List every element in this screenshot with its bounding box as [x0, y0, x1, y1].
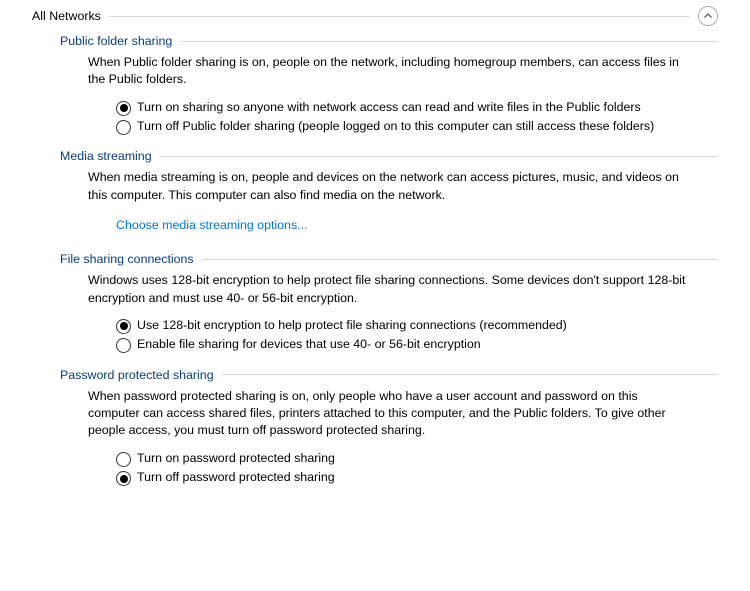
radio-group-file-sharing: Use 128-bit encryption to help protect f… — [116, 317, 714, 354]
section-file-sharing-connections: File sharing connections Windows uses 12… — [60, 252, 718, 353]
radio-option-pps-on[interactable]: Turn on password protected sharing — [116, 450, 714, 467]
section-description: Windows uses 128-bit encryption to help … — [88, 272, 688, 307]
section-media-streaming: Media streaming When media streaming is … — [60, 149, 718, 238]
radio-group-password-sharing: Turn on password protected sharing Turn … — [116, 450, 714, 487]
radio-option-pfs-on[interactable]: Turn on sharing so anyone with network a… — [116, 99, 714, 116]
radio-group-public-folder-sharing: Turn on sharing so anyone with network a… — [116, 99, 714, 136]
section-title: File sharing connections — [60, 252, 194, 266]
section-description: When Public folder sharing is on, people… — [88, 54, 688, 89]
section-title: Public folder sharing — [60, 34, 172, 48]
section-password-protected-sharing: Password protected sharing When password… — [60, 368, 718, 487]
divider — [202, 259, 718, 260]
radio-icon — [116, 101, 131, 116]
divider — [180, 41, 718, 42]
group-header-all-networks[interactable]: All Networks — [32, 6, 718, 26]
radio-label: Turn on password protected sharing — [137, 450, 335, 467]
radio-icon — [116, 120, 131, 135]
section-description: When media streaming is on, people and d… — [88, 169, 688, 204]
section-header: Public folder sharing — [60, 34, 718, 48]
radio-label: Turn off password protected sharing — [137, 469, 335, 486]
radio-label: Turn off Public folder sharing (people l… — [137, 118, 654, 135]
divider — [109, 16, 690, 17]
radio-label: Turn on sharing so anyone with network a… — [137, 99, 641, 116]
section-header: Password protected sharing — [60, 368, 718, 382]
radio-option-pfs-off[interactable]: Turn off Public folder sharing (people l… — [116, 118, 714, 135]
divider — [160, 156, 718, 157]
radio-icon — [116, 471, 131, 486]
radio-icon — [116, 319, 131, 334]
section-title: Password protected sharing — [60, 368, 214, 382]
section-header: Media streaming — [60, 149, 718, 163]
radio-label: Enable file sharing for devices that use… — [137, 336, 481, 353]
divider — [222, 374, 718, 375]
chevron-up-icon — [703, 11, 713, 21]
collapse-button[interactable] — [698, 6, 718, 26]
radio-icon — [116, 452, 131, 467]
section-description: When password protected sharing is on, o… — [88, 388, 688, 440]
section-header: File sharing connections — [60, 252, 718, 266]
radio-option-128bit[interactable]: Use 128-bit encryption to help protect f… — [116, 317, 714, 334]
section-public-folder-sharing: Public folder sharing When Public folder… — [60, 34, 718, 135]
media-streaming-options-link[interactable]: Choose media streaming options... — [116, 218, 307, 232]
radio-option-40or56bit[interactable]: Enable file sharing for devices that use… — [116, 336, 714, 353]
section-title: Media streaming — [60, 149, 152, 163]
radio-icon — [116, 338, 131, 353]
group-title: All Networks — [32, 9, 101, 23]
radio-label: Use 128-bit encryption to help protect f… — [137, 317, 567, 334]
radio-option-pps-off[interactable]: Turn off password protected sharing — [116, 469, 714, 486]
